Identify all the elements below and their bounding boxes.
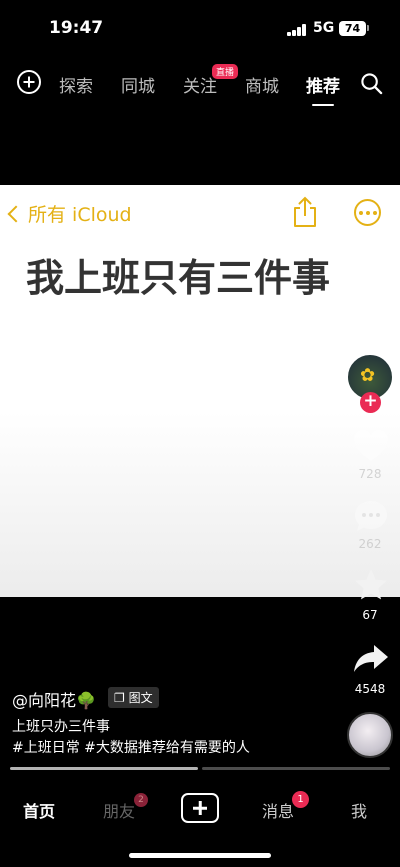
forward-icon[interactable] <box>352 641 390 677</box>
live-badge: 直播 <box>212 64 239 79</box>
progress-segment-2 <box>202 767 390 770</box>
nav-messages[interactable]: 消息 <box>262 798 294 822</box>
signal-icon <box>287 24 307 36</box>
favorite-count: 67 <box>362 608 378 622</box>
tab-recommend[interactable]: 推荐 <box>306 72 340 106</box>
like-count: 728 <box>358 467 382 481</box>
post-image[interactable]: 所有 iCloud 我上班只有三件事 <box>0 185 400 597</box>
nav-friends[interactable]: 朋友 <box>103 798 135 822</box>
create-icon[interactable] <box>181 793 219 823</box>
add-icon[interactable] <box>17 70 41 94</box>
share-count: 4548 <box>354 682 386 696</box>
home-indicator <box>129 853 271 858</box>
post-hashtags[interactable]: #上班日常 #大数据推荐给有需要的人 <box>12 738 250 759</box>
progress-segment-1 <box>10 767 198 770</box>
chevron-left-icon <box>7 205 25 223</box>
notes-back-button[interactable]: 所有 iCloud <box>7 200 132 227</box>
top-nav: 探索 同城 关注 直播 商城 推荐 <box>0 64 400 106</box>
tab-nearby[interactable]: 同城 <box>121 72 155 97</box>
comment-count: 262 <box>358 537 382 551</box>
author-name[interactable]: @向阳花🌳 <box>12 687 96 711</box>
status-time: 19:47 <box>49 18 104 38</box>
sunflower-icon: ✿ <box>360 365 376 386</box>
friends-badge: 2 <box>134 793 148 807</box>
search-icon[interactable] <box>360 72 383 95</box>
image-text-icon: ❐ <box>114 691 125 705</box>
notes-back-label: 所有 iCloud <box>28 204 132 226</box>
heart-icon[interactable] <box>352 428 390 464</box>
battery-tip <box>367 25 369 31</box>
bottom-nav: 首页 朋友 2 消息 1 我 <box>0 783 400 833</box>
comment-icon[interactable] <box>352 498 390 534</box>
share-icon <box>294 196 316 227</box>
tab-explore[interactable]: 探索 <box>59 72 93 97</box>
nav-home[interactable]: 首页 <box>23 798 55 822</box>
type-tag-label: 图文 <box>128 691 153 705</box>
music-disc-avatar[interactable] <box>347 712 393 758</box>
post-description: 上班只办三件事 #上班日常 #大数据推荐给有需要的人 <box>12 717 250 759</box>
star-icon[interactable] <box>352 567 390 603</box>
network-type: 5G <box>313 20 335 36</box>
post-caption: 上班只办三件事 <box>12 719 110 735</box>
status-bar: 19:47 5G 74 <box>0 0 400 56</box>
messages-badge: 1 <box>292 791 309 808</box>
nav-me[interactable]: 我 <box>351 798 367 822</box>
note-title: 我上班只有三件事 <box>26 256 331 300</box>
type-tag: ❐ 图文 <box>108 687 159 708</box>
more-icon <box>354 199 381 226</box>
tab-mall[interactable]: 商城 <box>245 72 279 97</box>
follow-button[interactable]: + <box>360 392 381 413</box>
battery-icon: 74 <box>339 21 366 36</box>
